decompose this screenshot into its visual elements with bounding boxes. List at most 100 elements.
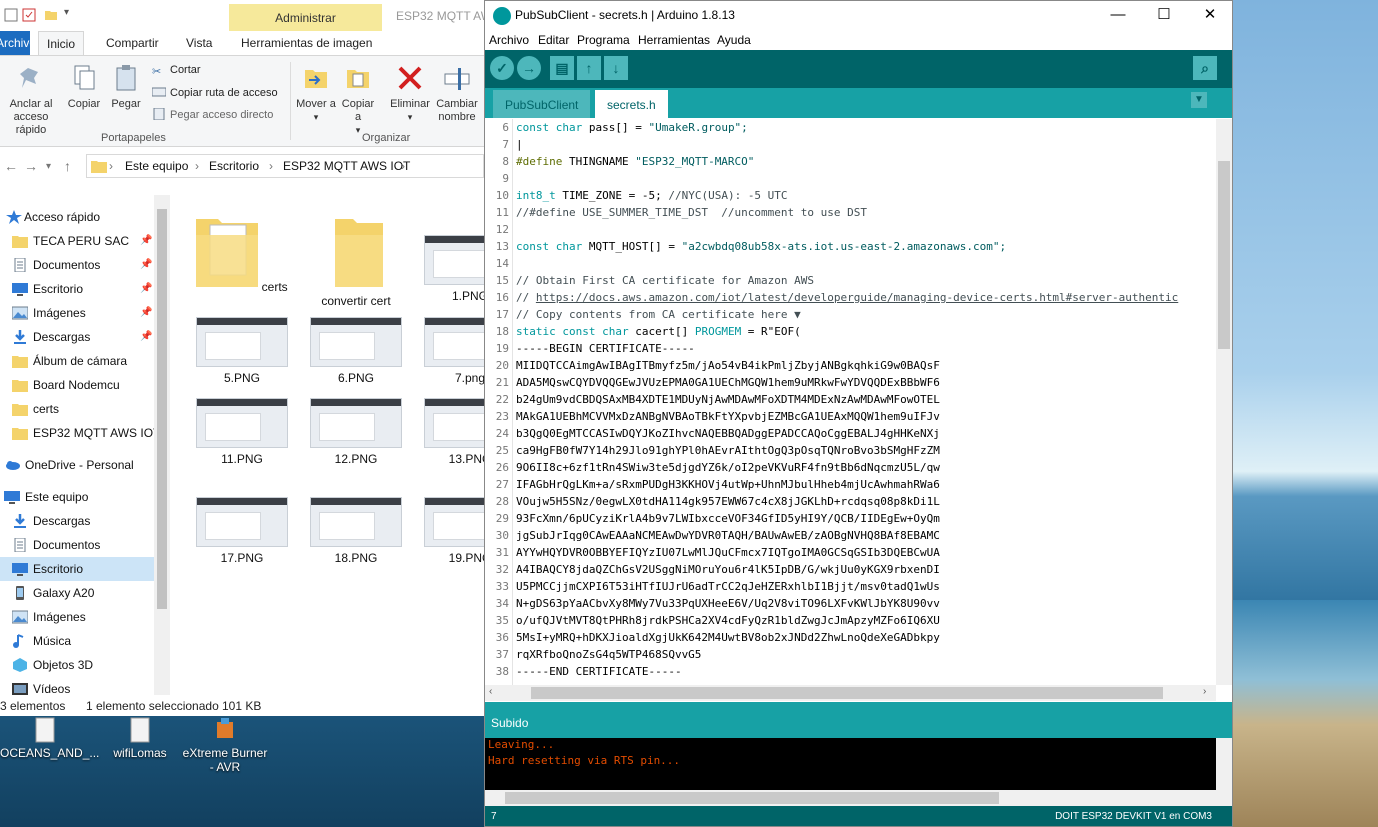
folder-icon [12,428,28,440]
tab-archivo[interactable]: Archivo [0,31,30,55]
nav-item-album-camara[interactable]: Álbum de cámara [0,349,154,373]
desktop-icon-extreme-burner[interactable]: eXtreme Burner - AVR [180,716,270,774]
pin-quick-access-button[interactable]: Anclar al acceso rápido [0,62,62,137]
save-icon[interactable] [4,8,18,22]
file-item-13-png[interactable]: 13.PNG [420,398,486,466]
menu-editar[interactable]: Editar [538,33,569,47]
delete-button[interactable]: Eliminar ▾ [388,62,432,124]
editor-vertical-scrollbar[interactable] [1216,119,1232,685]
tab-pubsubclient[interactable]: PubSubClient [493,90,591,118]
tab-vista[interactable]: Vista [178,31,220,55]
file-item-6-png[interactable]: 6.PNG [306,317,406,385]
nav-item-escritorio-pc[interactable]: Escritorio [0,557,154,581]
file-item-18-png[interactable]: 18.PNG [306,497,406,565]
scrollbar-thumb[interactable] [1218,161,1230,349]
aws-docs-link[interactable]: https://docs.aws.amazon.com/iot/latest/d… [536,291,1178,304]
navigation-scrollbar[interactable] [154,195,170,695]
nav-item-objetos-3d[interactable]: Objetos 3D [0,653,154,677]
nav-item-teca-peru[interactable]: TECA PERU SAC 📌 [0,229,154,253]
nav-label: Acceso rápido [24,210,101,224]
desktop-icon-oceans[interactable]: OCEANS_AND_... [0,716,99,760]
breadcrumb-este-equipo[interactable]: Este equipo [125,159,188,173]
close-button[interactable]: ✕ [1187,3,1233,29]
scrollbar-thumb[interactable] [531,687,1163,699]
copy-button[interactable]: Copiar [64,62,104,111]
menu-ayuda[interactable]: Ayuda [717,33,751,47]
desktop-icon-wifilomas[interactable]: wifiLomas [95,716,185,760]
console-horizontal-scrollbar[interactable] [485,790,1232,806]
nav-item-documentos[interactable]: Documentos 📌 [0,253,154,277]
nav-item-este-equipo[interactable]: Este equipo [0,485,154,509]
file-item-19-png[interactable]: 19.PNG [420,497,486,565]
nav-item-onedrive[interactable]: OneDrive - Personal [0,453,154,477]
code-editor[interactable]: 6 7 8 9 10 11 12 13 14 15 16 17 18 19 20 21 22 23 24 25 26 27… [485,118,1232,702]
minimize-button[interactable]: — [1095,3,1141,29]
breadcrumb-current-folder[interactable]: ESP32 MQTT AWS IOT [283,159,410,173]
nav-item-imagenes-pc[interactable]: Imágenes [0,605,154,629]
editor-horizontal-scrollbar[interactable]: ‹ › [485,685,1216,701]
properties-icon[interactable] [22,8,36,22]
forward-arrow-icon[interactable]: → [24,158,38,174]
nav-label: TECA PERU SAC [33,234,130,248]
move-to-button[interactable]: Mover a ▾ [296,62,336,124]
contextual-tab-administrar[interactable]: Administrar [229,4,382,32]
file-item-5-png[interactable]: 5.PNG [192,317,292,385]
file-item-certs[interactable]: certs [192,201,292,294]
file-name: 5.PNG [223,371,260,385]
move-to-dropdown-icon: ▾ [313,112,319,122]
nav-item-escritorio[interactable]: Escritorio 📌 [0,277,154,301]
maximize-button[interactable]: ☐ [1141,3,1187,29]
nav-item-acceso-rapido[interactable]: Acceso rápido [0,205,154,229]
menu-herramientas[interactable]: Herramientas [638,33,710,47]
tab-herramientas-imagen[interactable]: Herramientas de imagen [233,31,380,55]
file-item-convertir-cert[interactable]: convertir cert [306,201,406,308]
paste-button[interactable]: Pegar [106,62,146,111]
download-icon [14,514,26,528]
nav-item-descargas-pc[interactable]: Descargas [0,509,154,533]
scroll-left-icon[interactable]: ‹ [489,686,492,697]
nav-item-board-nodemcu[interactable]: Board Nodemcu [0,373,154,397]
file-item-17-png[interactable]: 17.PNG [192,497,292,565]
paste-shortcut-button[interactable]: Pegar acceso directo [152,108,273,121]
save-sketch-icon[interactable]: ↓ [604,56,628,80]
nav-item-esp32-folder[interactable]: ESP32 MQTT AWS IOT [0,421,160,445]
menu-programa[interactable]: Programa [577,33,630,47]
tab-compartir[interactable]: Compartir [98,31,167,55]
new-sketch-icon[interactable]: ▤ [550,56,574,80]
scrollbar-thumb[interactable] [505,792,999,804]
quick-access-dropdown-icon[interactable]: ▾ [64,7,69,18]
nav-item-documentos-pc[interactable]: Documentos [0,533,154,557]
nav-item-musica[interactable]: Música [0,629,154,653]
back-arrow-icon[interactable]: ← [4,158,18,174]
nav-item-galaxy-a20[interactable]: Galaxy A20 [0,581,154,605]
tab-menu-dropdown-icon[interactable]: ▼ [1191,92,1207,108]
file-item-1-png[interactable]: 1.PNG [420,235,486,303]
nav-item-descargas[interactable]: Descargas 📌 [0,325,154,349]
cut-button[interactable]: ✂ Cortar [152,64,201,78]
file-item-12-png[interactable]: 12.PNG [306,398,406,466]
up-arrow-icon[interactable]: ↑ [64,158,71,174]
recent-dropdown-icon[interactable]: ▾ [46,161,51,172]
breadcrumb-escritorio[interactable]: Escritorio [209,159,259,173]
nav-item-imagenes[interactable]: Imágenes 📌 [0,301,154,325]
copy-to-button[interactable]: Copiar a ▾ [338,62,378,137]
verify-check-icon[interactable]: ✓ [490,56,514,80]
copy-path-button[interactable]: Copiar ruta de acceso [152,86,278,99]
address-bar[interactable]: › Este equipo › Escritorio › ESP32 MQTT … [86,154,484,178]
file-item-11-png[interactable]: 11.PNG [192,398,292,466]
nav-label: Documentos [33,538,101,552]
serial-monitor-icon[interactable]: ⌕ [1193,56,1217,80]
console-vertical-scrollbar[interactable] [1216,738,1232,790]
open-sketch-icon[interactable]: ↑ [577,56,601,80]
code-area[interactable]: const char pass[] = "UmakeR.group"; | #d… [516,119,1216,685]
upload-arrow-icon[interactable]: → [517,56,541,80]
scroll-right-icon[interactable]: › [1203,686,1206,697]
rename-button[interactable]: Cambiar nombre [434,62,480,124]
nav-item-certs[interactable]: certs [0,397,154,421]
tab-inicio[interactable]: Inicio [38,31,85,55]
file-item-7-png[interactable]: 7.png [420,317,486,385]
scrollbar-thumb[interactable] [157,209,167,609]
menu-archivo[interactable]: Archivo [489,33,529,47]
new-folder-icon[interactable] [44,8,58,22]
tab-secrets-h[interactable]: secrets.h [595,90,668,118]
